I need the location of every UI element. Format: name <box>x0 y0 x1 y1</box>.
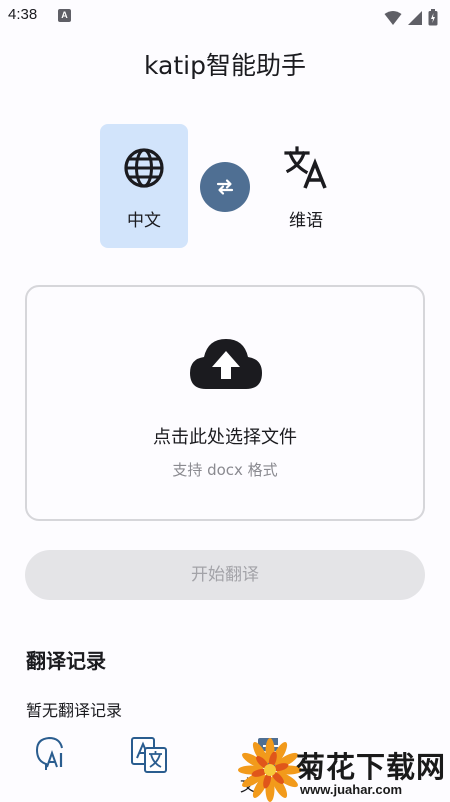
upload-format-hint: 支持 docx 格式 <box>172 461 278 479</box>
translate-doc-icon <box>131 737 167 773</box>
notification-badge: A <box>58 9 71 22</box>
cloud-upload-icon <box>190 339 262 389</box>
signal-icon <box>407 10 422 25</box>
source-language-label: 中文 <box>127 211 161 231</box>
status-time: 4:38 <box>8 6 38 23</box>
file-upload-area[interactable]: 点击此处选择文件 支持 docx 格式 <box>25 285 425 521</box>
start-translate-button[interactable]: 开始翻译 <box>25 550 425 600</box>
history-heading: 翻译记录 <box>26 649 106 673</box>
globe-icon <box>124 148 164 188</box>
chrysanthemum-logo <box>238 738 302 802</box>
status-bar: 4:38 A <box>0 0 450 32</box>
nav-item-ai[interactable] <box>34 736 68 776</box>
status-icons <box>384 7 438 26</box>
target-language-button[interactable]: 维语 <box>262 124 350 248</box>
swap-languages-button[interactable] <box>200 162 250 212</box>
swap-arrows-icon <box>216 179 234 195</box>
history-empty-text: 暂无翻译记录 <box>26 701 123 720</box>
page-title: katip智能助手 <box>144 51 306 80</box>
target-language-label: 维语 <box>289 211 323 231</box>
wifi-icon <box>384 10 402 25</box>
upload-title: 点击此处选择文件 <box>153 427 297 448</box>
watermark-url: www.juahar.com <box>300 782 403 797</box>
nav-item-translate[interactable] <box>130 736 168 778</box>
translate-icon <box>284 146 327 189</box>
watermark-text: 菊花下载网 <box>296 750 447 784</box>
source-language-button[interactable]: 中文 <box>100 124 188 248</box>
watermark: 菊花下载网 www.juahar.com <box>236 732 450 802</box>
battery-icon <box>428 9 438 26</box>
ai-head-icon <box>35 736 63 770</box>
